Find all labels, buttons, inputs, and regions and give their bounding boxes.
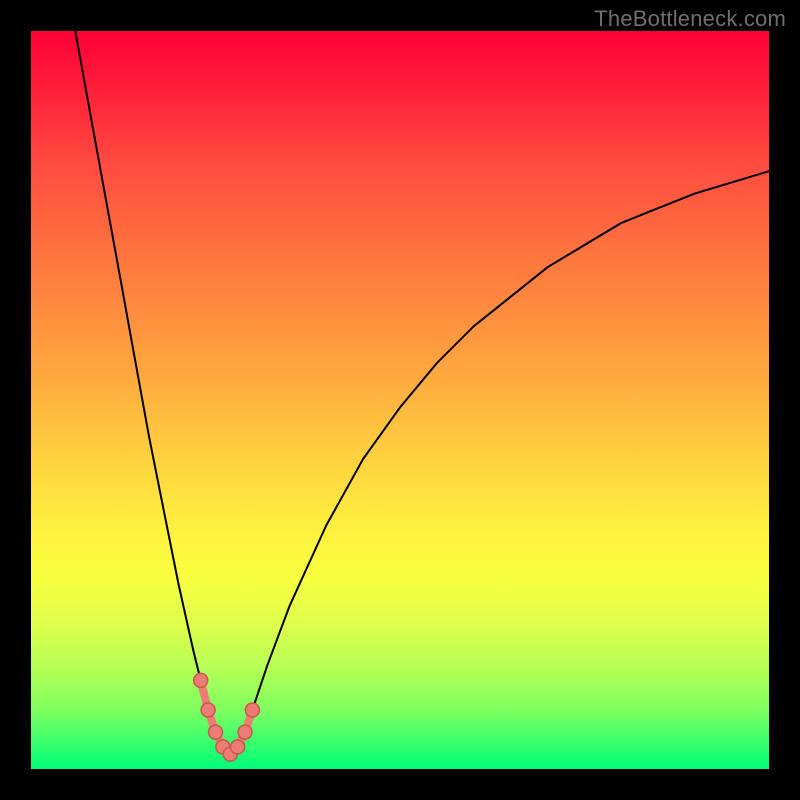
optimal-point <box>201 703 215 717</box>
watermark-text: TheBottleneck.com <box>594 6 786 32</box>
chart-frame: TheBottleneck.com <box>0 0 800 800</box>
optimal-point <box>245 703 259 717</box>
bottleneck-curve <box>75 31 769 754</box>
optimal-point <box>209 725 223 739</box>
plot-area <box>31 31 769 769</box>
optimal-point <box>231 740 245 754</box>
optimal-point <box>194 673 208 687</box>
optimal-point <box>238 725 252 739</box>
chart-svg <box>31 31 769 769</box>
